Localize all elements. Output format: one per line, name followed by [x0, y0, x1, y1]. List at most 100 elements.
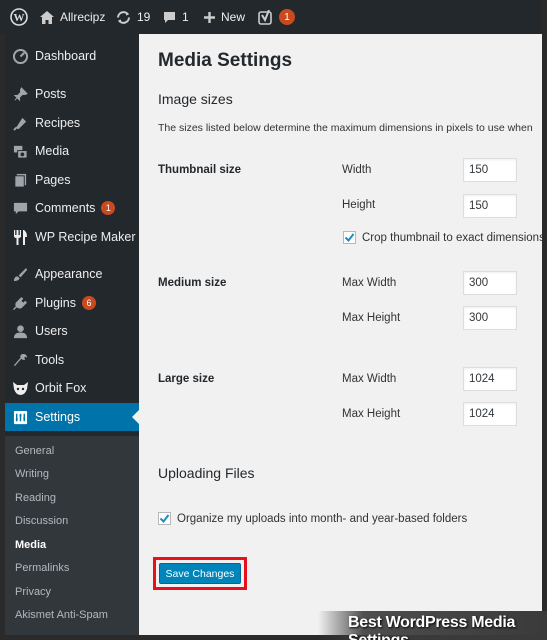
thumbnail-size-label: Thumbnail size	[158, 164, 242, 176]
plus-icon	[204, 11, 215, 23]
checkmark-icon	[159, 514, 170, 524]
menu-label: Tools	[35, 353, 65, 367]
admin-sidebar: Dashboard Posts Recipes Media Pages Comm…	[5, 34, 139, 635]
menu-users[interactable]: Users	[5, 317, 139, 345]
yoast-icon	[258, 9, 272, 25]
crop-thumbnail-label: Crop thumbnail to exact dimensions	[362, 232, 542, 244]
menu-wp-recipe-maker[interactable]: WP Recipe Maker	[5, 223, 139, 251]
updates-count: 19	[137, 10, 151, 24]
thumbnail-width-label: Width	[342, 164, 372, 176]
save-button-highlight: Save Changes	[153, 557, 247, 590]
organize-uploads-checkbox[interactable]	[158, 512, 171, 525]
menu-label: Pages	[35, 173, 71, 187]
menu-label: Plugins	[35, 296, 76, 310]
menu-label: Posts	[35, 87, 67, 101]
image-sizes-heading: Image sizes	[158, 91, 233, 107]
wrench-icon	[5, 353, 35, 368]
uploading-files-heading: Uploading Files	[158, 465, 255, 481]
menu-orbit-fox[interactable]: Orbit Fox	[5, 374, 139, 402]
menu-recipes[interactable]: Recipes	[5, 109, 139, 137]
large-max-height-input[interactable]	[463, 402, 517, 426]
plugin-icon	[5, 296, 35, 311]
plugins-badge: 6	[82, 296, 96, 310]
svg-text:W: W	[14, 12, 25, 24]
wordpress-logo-icon[interactable]: W	[10, 0, 28, 34]
checkmark-icon	[344, 233, 355, 243]
menu-pages[interactable]: Pages	[5, 166, 139, 194]
menu-media[interactable]: Media	[5, 137, 139, 165]
page-title: Media Settings	[158, 50, 293, 71]
menu-label: Settings	[35, 410, 81, 424]
recipe-icon	[5, 116, 35, 131]
large-max-width-input[interactable]	[463, 367, 517, 391]
menu-label: Recipes	[35, 116, 81, 130]
yoast-link[interactable]: 1	[258, 0, 295, 34]
comments-count: 1	[182, 10, 189, 24]
users-icon	[5, 324, 35, 339]
submenu-privacy[interactable]: Privacy	[15, 586, 51, 598]
pin-icon	[5, 86, 35, 102]
menu-label: Users	[35, 324, 68, 338]
comments-link[interactable]: 1	[163, 0, 189, 34]
settings-submenu: General Writing Reading Discussion Media…	[5, 436, 139, 635]
yoast-count-badge: 1	[279, 9, 295, 25]
home-icon	[40, 10, 54, 24]
submenu-general[interactable]: General	[15, 445, 54, 457]
organize-uploads-label: Organize my uploads into month- and year…	[177, 513, 468, 525]
menu-label: Comments	[35, 201, 96, 215]
frame-right-border	[542, 0, 547, 640]
menu-label: Orbit Fox	[35, 381, 87, 395]
menu-plugins[interactable]: Plugins 6	[5, 289, 139, 317]
fox-icon	[5, 381, 35, 396]
thumbnail-height-input[interactable]	[463, 194, 517, 218]
medium-max-width-label: Max Width	[342, 277, 397, 289]
image-sizes-description: The sizes listed below determine the max…	[158, 122, 533, 134]
settings-icon	[5, 410, 35, 425]
thumbnail-width-input[interactable]	[463, 158, 517, 182]
submenu-writing[interactable]: Writing	[15, 468, 49, 480]
site-name: Allrecipz	[60, 10, 106, 24]
menu-label: Media	[35, 144, 70, 158]
menu-settings[interactable]: Settings	[5, 403, 139, 431]
caption-text: Best WordPress Media Settings	[348, 614, 516, 640]
comment-bubble-icon	[164, 11, 175, 23]
medium-max-width-input[interactable]	[463, 271, 517, 295]
large-max-width-label: Max Width	[342, 373, 397, 385]
crop-thumbnail-checkbox[interactable]	[343, 231, 356, 244]
medium-max-height-input[interactable]	[463, 306, 517, 330]
menu-appearance[interactable]: Appearance	[5, 260, 139, 288]
admin-bar: W Allrecipz 19 1 New 1	[0, 0, 547, 34]
dashboard-icon	[5, 48, 35, 64]
main-content: Media Settings Image sizes The sizes lis…	[139, 34, 542, 635]
submenu-reading[interactable]: Reading	[15, 492, 56, 504]
menu-comments[interactable]: Comments 1	[5, 194, 139, 222]
submenu-media[interactable]: Media	[15, 539, 46, 551]
menu-label: Appearance	[35, 267, 103, 281]
menu-dashboard[interactable]: Dashboard	[5, 42, 139, 70]
comments-icon	[5, 201, 35, 216]
submenu-akismet[interactable]: Akismet Anti-Spam	[15, 609, 108, 621]
comments-badge: 1	[101, 201, 116, 215]
thumbnail-height-label: Height	[342, 199, 376, 211]
save-changes-button[interactable]: Save Changes	[159, 563, 241, 584]
medium-max-height-label: Max Height	[342, 312, 401, 324]
menu-label: Dashboard	[35, 49, 97, 63]
submenu-permalinks[interactable]: Permalinks	[15, 562, 69, 574]
updates-link[interactable]: 19	[116, 0, 150, 34]
new-content-link[interactable]: New	[204, 0, 245, 34]
medium-size-label: Medium size	[158, 277, 227, 289]
large-max-height-label: Max Height	[342, 408, 401, 420]
brush-icon	[5, 267, 35, 282]
menu-tools[interactable]: Tools	[5, 346, 139, 374]
new-label: New	[221, 10, 246, 24]
media-icon	[5, 144, 35, 159]
fork-knife-icon	[5, 229, 35, 246]
updates-icon	[117, 10, 130, 24]
large-size-label: Large size	[158, 373, 215, 385]
menu-label: WP Recipe Maker	[35, 230, 136, 244]
site-name-link[interactable]: Allrecipz	[40, 0, 105, 34]
submenu-discussion[interactable]: Discussion	[15, 515, 68, 527]
menu-posts[interactable]: Posts	[5, 80, 139, 108]
frame-left-border	[0, 34, 5, 640]
pages-icon	[5, 173, 35, 188]
